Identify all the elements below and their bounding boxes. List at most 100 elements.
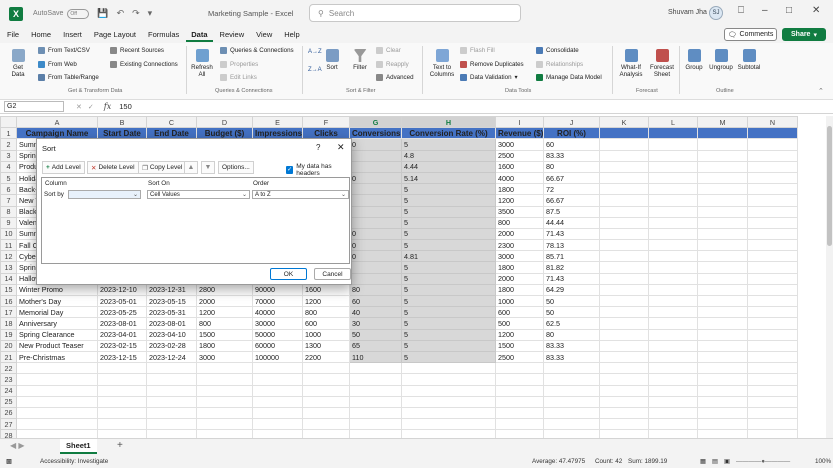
cell[interactable] — [648, 171, 698, 185]
cell[interactable] — [747, 362, 798, 375]
cell[interactable]: 80 — [349, 283, 402, 297]
cell[interactable] — [599, 160, 649, 173]
cell[interactable] — [648, 317, 698, 330]
get-data-button[interactable]: Get Data — [8, 49, 28, 78]
cell[interactable] — [401, 384, 496, 397]
cell[interactable] — [252, 384, 303, 397]
cell[interactable] — [495, 418, 544, 431]
menu-file[interactable]: File — [2, 28, 24, 42]
cell[interactable]: 62.5 — [543, 317, 600, 330]
cell[interactable] — [302, 362, 350, 375]
cell[interactable] — [747, 339, 798, 352]
select-all-corner[interactable] — [0, 116, 17, 129]
cell[interactable] — [747, 350, 798, 364]
cell[interactable] — [599, 194, 649, 207]
data-validation-button[interactable]: Data Validation ▾ — [460, 74, 518, 81]
zoom-level[interactable]: 100% — [815, 458, 831, 465]
cell[interactable]: 2023-12-15 — [97, 350, 147, 364]
cell[interactable] — [648, 138, 698, 151]
menu-insert[interactable]: Insert — [58, 28, 87, 42]
cell[interactable] — [252, 362, 303, 375]
redo-icon[interactable]: ↷ — [132, 8, 140, 19]
cell[interactable] — [747, 250, 798, 263]
remove-duplicates-button[interactable]: Remove Duplicates — [460, 61, 524, 68]
cell[interactable]: 90000 — [252, 283, 303, 297]
cell[interactable]: 5 — [401, 328, 496, 341]
cell[interactable] — [146, 373, 197, 386]
cell[interactable]: 2000 — [495, 272, 544, 285]
cell[interactable] — [697, 160, 748, 173]
menu-review[interactable]: Review — [215, 28, 250, 42]
cell[interactable] — [97, 362, 147, 375]
cell[interactable]: 85.71 — [543, 250, 600, 263]
cell[interactable] — [495, 395, 544, 408]
move-up-button[interactable]: ▲ — [184, 161, 198, 174]
my-data-has-headers-checkbox[interactable]: ✓ My data has headers — [286, 163, 351, 177]
close-icon[interactable]: ✕ — [337, 142, 345, 153]
cell[interactable] — [747, 283, 798, 297]
cell[interactable] — [747, 384, 798, 397]
cell[interactable] — [599, 373, 649, 386]
cell[interactable]: 5 — [401, 183, 496, 196]
cell[interactable] — [747, 127, 798, 140]
clear-button[interactable]: Clear — [376, 47, 401, 54]
sheet-tab[interactable]: Sheet1 — [60, 439, 97, 454]
cell[interactable]: 64.29 — [543, 283, 600, 297]
cell[interactable]: 40 — [349, 306, 402, 319]
cell[interactable]: Spring Clearance — [16, 328, 98, 341]
cell[interactable]: 800 — [196, 317, 253, 330]
cell[interactable] — [97, 373, 147, 386]
cell[interactable] — [697, 183, 748, 196]
cell[interactable] — [648, 350, 698, 364]
save-icon[interactable]: 💾 — [97, 8, 108, 19]
cell[interactable] — [16, 418, 98, 431]
cell[interactable]: 80 — [543, 160, 600, 173]
share-button[interactable]: Share ▾ — [782, 28, 826, 41]
cell[interactable] — [599, 227, 649, 241]
cell[interactable] — [599, 205, 649, 218]
cell[interactable]: 5 — [401, 227, 496, 241]
cell[interactable]: New Product Teaser — [16, 339, 98, 352]
cell[interactable] — [648, 216, 698, 229]
cell[interactable] — [599, 350, 649, 364]
cell[interactable]: 60 — [349, 294, 402, 308]
cell[interactable] — [599, 317, 649, 330]
cell[interactable] — [146, 418, 197, 431]
recent-sources-button[interactable]: Recent Sources — [110, 47, 164, 54]
cell[interactable] — [146, 406, 197, 420]
cell[interactable]: 30 — [349, 317, 402, 330]
cell[interactable] — [146, 362, 197, 375]
cell[interactable]: 3000 — [495, 250, 544, 263]
scrollbar-thumb[interactable] — [827, 126, 832, 246]
autosave-toggle[interactable]: Off — [67, 8, 90, 19]
cell[interactable]: 600 — [495, 306, 544, 319]
cell[interactable] — [747, 160, 798, 173]
sort-by-column-select[interactable]: ⌄ — [68, 190, 141, 199]
row-header[interactable]: 3 — [0, 149, 17, 162]
collapse-ribbon-icon[interactable]: ⌃ — [818, 87, 824, 95]
cell[interactable]: 1500 — [196, 328, 253, 341]
cell[interactable] — [599, 261, 649, 274]
cell[interactable]: 44.44 — [543, 216, 600, 229]
row-header[interactable]: 28 — [0, 429, 17, 438]
cell[interactable] — [648, 328, 698, 341]
sheet-nav-arrows-icon[interactable]: ◀ ▶ — [10, 441, 25, 450]
cell[interactable]: 87.5 — [543, 205, 600, 218]
cell[interactable] — [648, 395, 698, 408]
cell[interactable]: 600 — [302, 317, 350, 330]
cell[interactable]: 3000 — [196, 350, 253, 364]
close-window-icon[interactable]: ✕ — [812, 5, 820, 16]
cell[interactable]: 1000 — [302, 328, 350, 341]
menu-help[interactable]: Help — [279, 28, 304, 42]
cell[interactable] — [599, 306, 649, 319]
cell[interactable]: 5 — [401, 239, 496, 252]
cell[interactable] — [252, 395, 303, 408]
row-header[interactable]: 26 — [0, 406, 17, 420]
row-header[interactable]: 16 — [0, 294, 17, 308]
menu-page-layout[interactable]: Page Layout — [89, 28, 141, 42]
cell[interactable] — [16, 384, 98, 397]
cell[interactable] — [97, 395, 147, 408]
cell[interactable] — [697, 317, 748, 330]
row-header[interactable]: 11 — [0, 239, 17, 252]
cell[interactable]: 1200 — [196, 306, 253, 319]
